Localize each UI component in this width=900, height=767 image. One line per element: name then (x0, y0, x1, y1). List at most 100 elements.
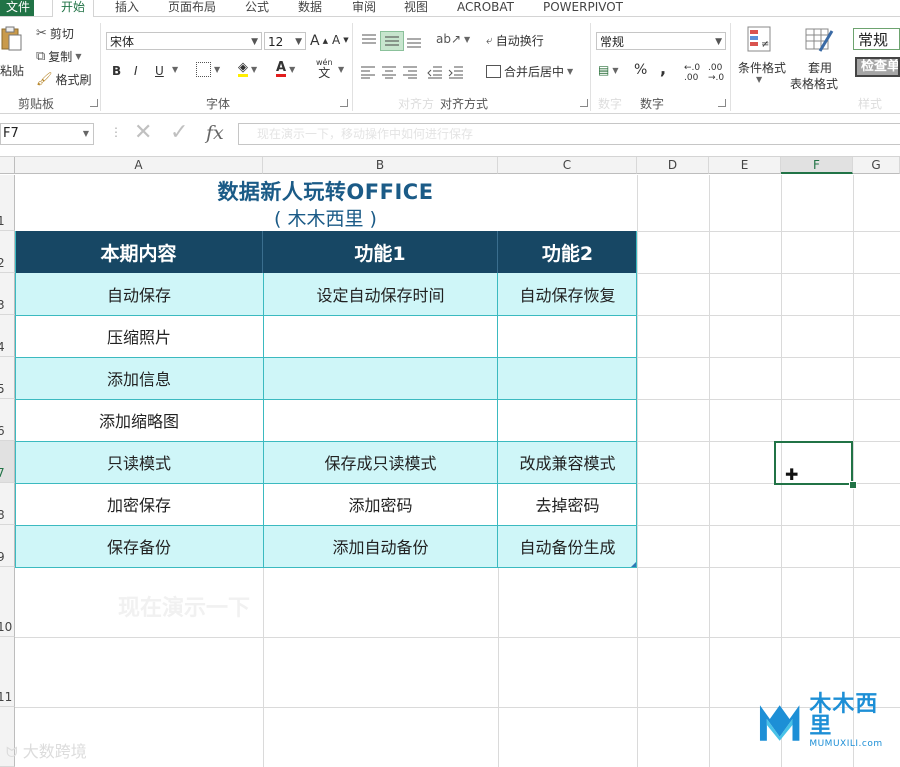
chevron-down-icon[interactable]: ▼ (172, 65, 178, 74)
align-middle-icon[interactable] (380, 31, 404, 51)
tab-view[interactable]: 视图 (404, 0, 428, 16)
fill-handle[interactable] (849, 481, 857, 489)
cancel-icon[interactable]: ✕ (134, 120, 152, 145)
table-cell[interactable]: 添加自动备份 (263, 525, 498, 567)
currency-button[interactable]: ▤ ▼ (598, 63, 619, 77)
clipboard-launcher-icon[interactable] (90, 99, 98, 107)
table-cell[interactable] (498, 399, 637, 441)
table-cell[interactable]: 加密保存 (15, 483, 263, 525)
border-button[interactable]: ▼ (196, 62, 220, 77)
alignment-launcher-icon[interactable] (580, 99, 588, 107)
merge-center-button[interactable]: 合并后居中 ▼ (486, 63, 573, 80)
underline-button[interactable]: U (155, 64, 164, 78)
italic-button[interactable]: I (134, 64, 138, 78)
select-all-corner[interactable] (0, 157, 15, 174)
number-format-select[interactable]: 常规 ▼ (596, 32, 726, 50)
font-name-select[interactable]: 宋体 ▼ (106, 32, 262, 50)
row-header-7[interactable]: 7 (0, 441, 15, 483)
chevron-down-icon[interactable]: ▼ (338, 65, 344, 74)
table-cell[interactable]: 添加密码 (263, 483, 498, 525)
table-cell[interactable]: 只读模式 (15, 441, 263, 483)
row-header-4[interactable]: 4 (0, 315, 15, 357)
name-box[interactable]: F7 ▼ (0, 123, 94, 145)
column-header-f[interactable]: F (781, 157, 853, 174)
font-size-select[interactable]: 12 ▼ (264, 32, 306, 50)
column-header-a[interactable]: A (15, 157, 263, 174)
enter-icon[interactable]: ✓ (170, 120, 188, 145)
tab-formulas[interactable]: 公式 (245, 0, 269, 16)
column-header-e[interactable]: E (709, 157, 781, 174)
tab-review[interactable]: 审阅 (352, 0, 376, 16)
table-cell[interactable]: 去掉密码 (498, 483, 637, 525)
decrease-indent-icon[interactable] (427, 65, 443, 79)
bold-button[interactable]: B (112, 64, 121, 78)
tab-data[interactable]: 数据 (298, 0, 322, 16)
paste-button[interactable]: 粘贴 (0, 23, 26, 83)
row-header-3[interactable]: 3 (0, 273, 15, 315)
fill-color-button[interactable]: ◈ ▼ (238, 61, 257, 77)
tab-insert[interactable]: 插入 (115, 0, 139, 16)
row-header-2[interactable]: 2 (0, 231, 15, 273)
table-cell[interactable]: 自动备份生成 (498, 525, 637, 567)
column-header-c[interactable]: C (498, 157, 637, 174)
format-painter-button[interactable]: 🖌 格式刷 (36, 71, 92, 88)
style-check-cell[interactable]: 检查单 (855, 57, 900, 77)
font-color-button[interactable]: A ▼ (276, 61, 295, 77)
align-bottom-icon[interactable] (405, 35, 423, 49)
row-header-10[interactable]: 10 (0, 567, 15, 637)
table-cell[interactable]: 设定自动保存时间 (263, 273, 498, 315)
phonetic-button[interactable]: wén 文 (316, 59, 333, 80)
table-cell[interactable] (498, 357, 637, 399)
tab-powerpivot[interactable]: POWERPIVOT (543, 0, 623, 16)
table-cell[interactable]: 添加缩略图 (15, 399, 263, 441)
table-cell[interactable] (263, 357, 498, 399)
table-cell[interactable] (263, 315, 498, 357)
table-cell[interactable]: 自动保存恢复 (498, 273, 637, 315)
increase-indent-icon[interactable] (448, 65, 464, 79)
cut-button[interactable]: ✂ 剪切 (36, 25, 74, 42)
tab-file[interactable]: 文件 (0, 0, 34, 16)
row-header-11[interactable]: 11 (0, 637, 15, 707)
align-left-icon[interactable] (360, 65, 376, 79)
tab-acrobat[interactable]: ACROBAT (457, 0, 514, 16)
format-as-table-button[interactable]: 套用 表格格式 (790, 23, 846, 93)
formula-input[interactable]: 现在演示一下，移动操作中如何进行保存 (238, 123, 900, 145)
row-header-8[interactable]: 8 (0, 483, 15, 525)
table-header-feature-2[interactable]: 功能2 (498, 231, 637, 273)
number-launcher-icon[interactable] (718, 99, 726, 107)
table-cell[interactable] (263, 399, 498, 441)
table-cell[interactable]: 自动保存 (15, 273, 263, 315)
column-header-g[interactable]: G (853, 157, 900, 174)
table-cell[interactable]: 添加信息 (15, 357, 263, 399)
align-top-icon[interactable] (360, 33, 378, 47)
tab-home[interactable]: 开始 (52, 0, 95, 17)
orientation-button[interactable]: ab↗ ▼ (436, 32, 470, 46)
row-header-6[interactable]: 6 (0, 399, 15, 441)
shrink-font-button[interactable]: A ▼ (332, 33, 349, 47)
decrease-decimal-button[interactable]: .00 →.0 (708, 63, 724, 83)
align-right-icon[interactable] (402, 65, 418, 79)
table-cell[interactable]: 改成兼容模式 (498, 441, 637, 483)
row-header-1[interactable]: 1 (0, 175, 15, 231)
table-cell[interactable]: 压缩照片 (15, 315, 263, 357)
copy-button[interactable]: ⧉ 复制 ▼ (36, 48, 81, 65)
percent-button[interactable]: % (634, 62, 647, 78)
insert-function-icon[interactable]: fx (206, 122, 224, 144)
table-header-feature-1[interactable]: 功能1 (263, 231, 498, 273)
table-header-content[interactable]: 本期内容 (15, 231, 263, 273)
table-cell[interactable]: 保存备份 (15, 525, 263, 567)
table-cell[interactable]: 保存成只读模式 (263, 441, 498, 483)
wrap-text-button[interactable]: ⤶ 自动换行 (486, 32, 544, 49)
font-launcher-icon[interactable] (340, 99, 348, 107)
grow-font-button[interactable]: A ▲ (310, 33, 328, 49)
row-header-5[interactable]: 5 (0, 357, 15, 399)
row-header-9[interactable]: 9 (0, 525, 15, 567)
style-normal[interactable]: 常规 (853, 28, 900, 50)
increase-decimal-button[interactable]: ←.0.00 (684, 63, 700, 83)
table-resize-handle-icon[interactable] (631, 562, 636, 567)
tab-page-layout[interactable]: 页面布局 (168, 0, 216, 16)
drag-handle-icon[interactable]: ⋮ (110, 125, 122, 139)
conditional-format-button[interactable]: ≠ 条件格式 ▼ (736, 23, 788, 93)
comma-button[interactable]: , (660, 59, 666, 78)
column-header-d[interactable]: D (637, 157, 709, 174)
